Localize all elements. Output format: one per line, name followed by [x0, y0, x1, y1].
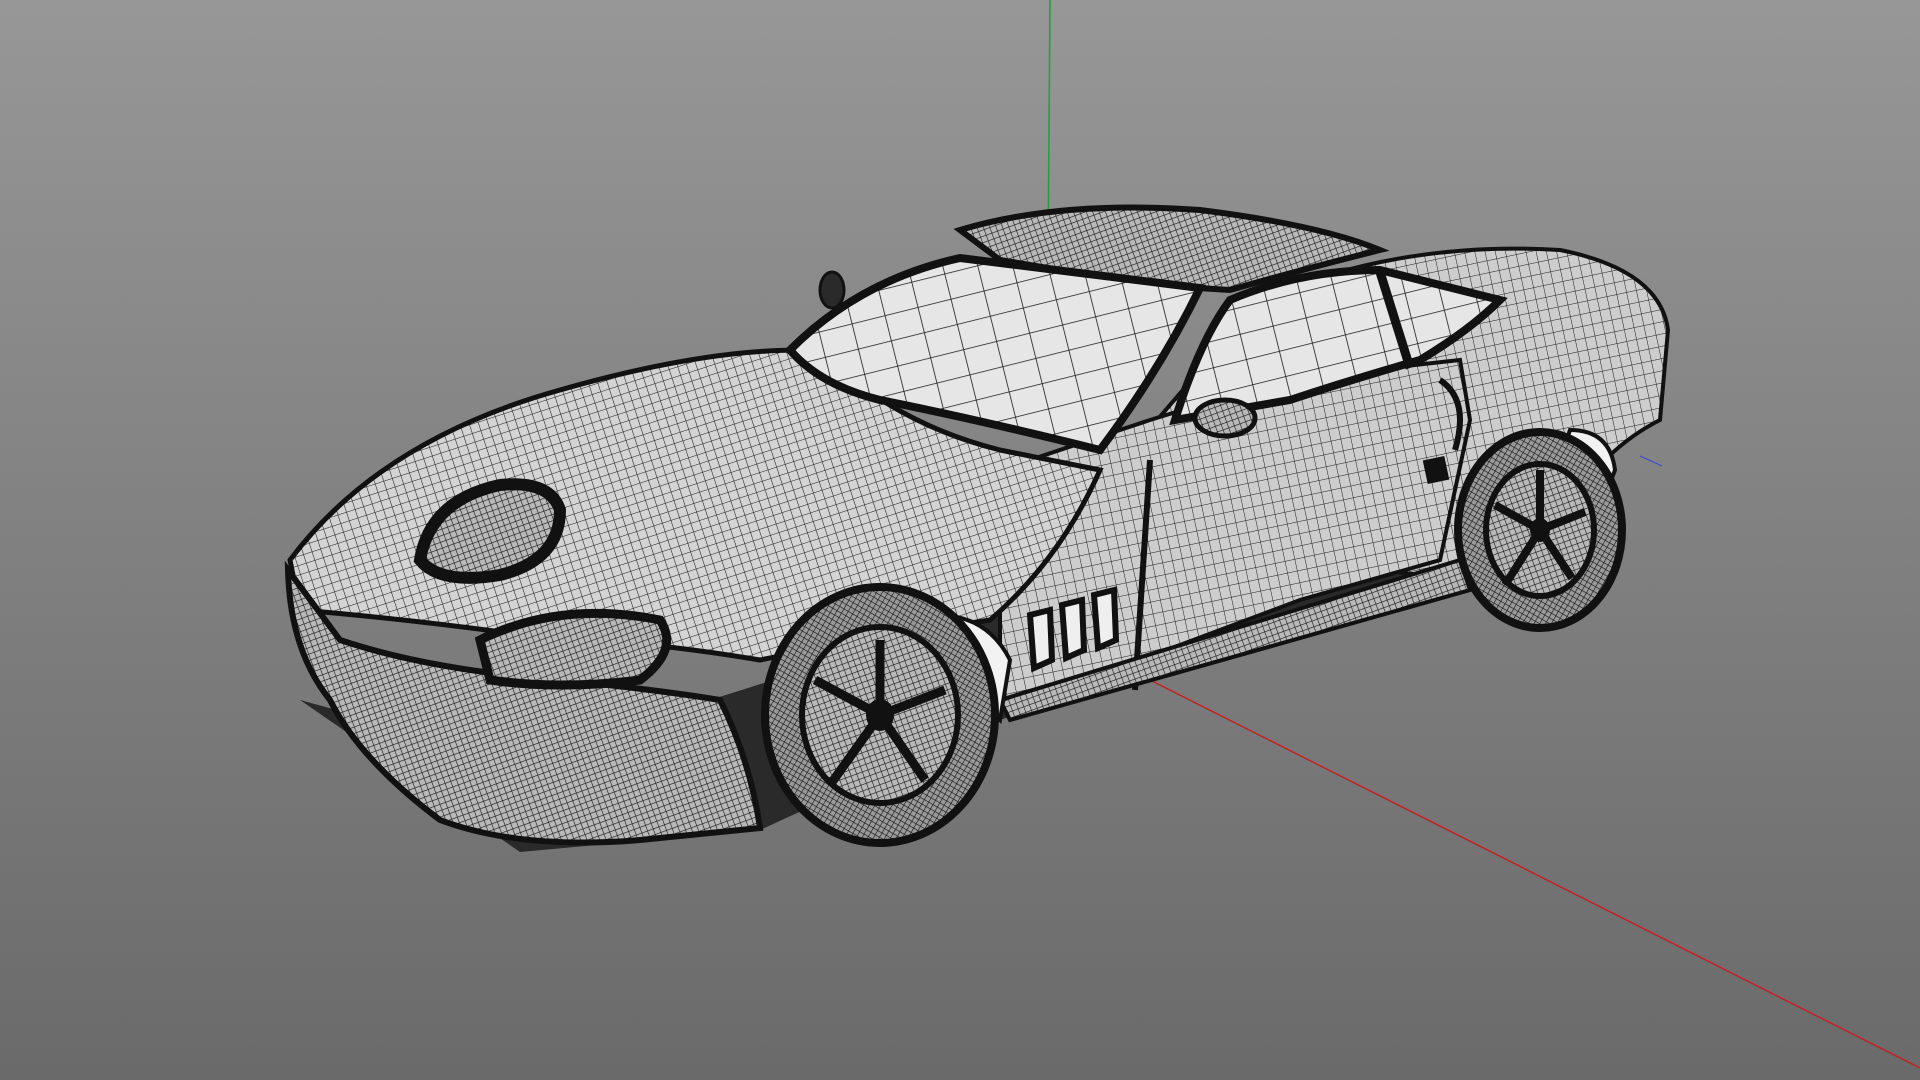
rear-view-mirror: [818, 270, 846, 310]
x-axis-line: [1149, 679, 1920, 1069]
side-mirror: [1192, 397, 1258, 439]
scene-canvas[interactable]: [0, 0, 1920, 1080]
z-axis-line: [1639, 455, 1663, 467]
headlight: [474, 608, 672, 690]
3d-viewport[interactable]: [0, 0, 1920, 1080]
car-model[interactable]: [284, 204, 1671, 853]
rear-wheel: [1454, 427, 1626, 632]
front-wheel: [761, 583, 1013, 847]
